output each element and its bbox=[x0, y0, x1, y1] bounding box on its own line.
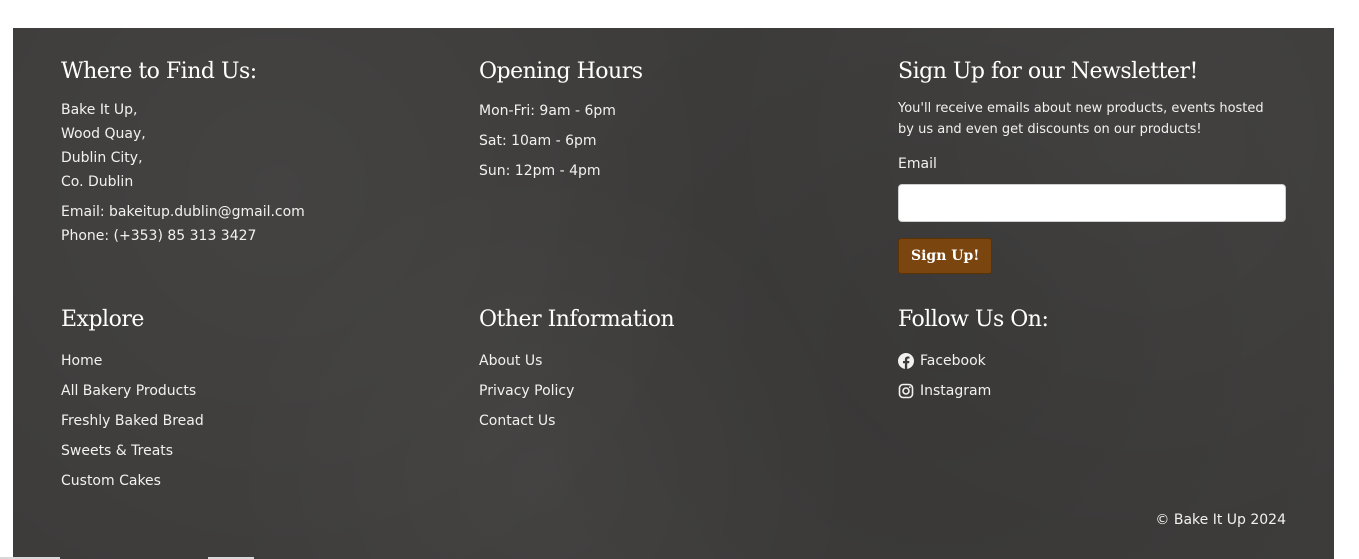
home-link[interactable]: Home bbox=[61, 353, 102, 369]
newsletter-description: You'll receive emails about new products… bbox=[898, 101, 1264, 137]
follow-section: Follow Us On: Facebook Instagram bbox=[898, 306, 1288, 406]
explore-section: Explore Home All Bakery Products Freshly… bbox=[61, 306, 441, 496]
address-line: Co. Dublin bbox=[61, 174, 134, 190]
instagram-icon bbox=[898, 383, 914, 399]
hours-line: Sat: 10am - 6pm bbox=[479, 133, 597, 149]
social-links: Facebook Instagram bbox=[898, 346, 1288, 406]
all-bakery-products-link[interactable]: All Bakery Products bbox=[61, 383, 196, 399]
explore-link-item: Custom Cakes bbox=[61, 466, 441, 496]
explore-links: Home All Bakery Products Freshly Baked B… bbox=[61, 346, 441, 496]
social-link-item: Instagram bbox=[898, 376, 1288, 406]
custom-cakes-link[interactable]: Custom Cakes bbox=[61, 473, 161, 489]
other-info-link-item: Contact Us bbox=[479, 406, 859, 436]
hours-list: Mon-Fri: 9am - 6pm Sat: 10am - 6pm Sun: … bbox=[479, 96, 859, 186]
explore-link-item: Home bbox=[61, 346, 441, 376]
newsletter-heading: Sign Up for our Newsletter! bbox=[898, 59, 1198, 84]
explore-heading: Explore bbox=[61, 307, 144, 332]
other-info-link-item: About Us bbox=[479, 346, 859, 376]
contact-email: Email: bakeitup.dublin@gmail.com bbox=[61, 204, 305, 220]
other-info-section: Other Information About Us Privacy Polic… bbox=[479, 306, 859, 436]
email-input[interactable] bbox=[898, 184, 1286, 222]
other-info-link-item: Privacy Policy bbox=[479, 376, 859, 406]
contact-info: Email: bakeitup.dublin@gmail.com Phone: … bbox=[61, 200, 441, 248]
facebook-label: Facebook bbox=[920, 353, 986, 369]
address-line: Dublin City, bbox=[61, 150, 143, 166]
facebook-icon bbox=[898, 353, 914, 369]
explore-link-item: Freshly Baked Bread bbox=[61, 406, 441, 436]
instagram-label: Instagram bbox=[920, 383, 992, 399]
find-us-section: Where to Find Us: Bake It Up, Wood Quay,… bbox=[61, 58, 441, 248]
explore-link-item: All Bakery Products bbox=[61, 376, 441, 406]
email-label: Email bbox=[898, 156, 937, 172]
address-line: Bake It Up, bbox=[61, 102, 138, 118]
address: Bake It Up, Wood Quay, Dublin City, Co. … bbox=[61, 98, 441, 194]
other-info-links: About Us Privacy Policy Contact Us bbox=[479, 346, 859, 436]
follow-heading: Follow Us On: bbox=[898, 307, 1049, 332]
social-link-item: Facebook bbox=[898, 346, 1288, 376]
hours-line: Mon-Fri: 9am - 6pm bbox=[479, 103, 616, 119]
contact-us-link[interactable]: Contact Us bbox=[479, 413, 555, 429]
instagram-link[interactable]: Instagram bbox=[898, 376, 1288, 406]
site-footer: Where to Find Us: Bake It Up, Wood Quay,… bbox=[13, 28, 1334, 559]
about-us-link[interactable]: About Us bbox=[479, 353, 542, 369]
other-info-heading: Other Information bbox=[479, 307, 675, 332]
contact-phone: Phone: (+353) 85 313 3427 bbox=[61, 228, 257, 244]
sign-up-button[interactable]: Sign Up! bbox=[898, 238, 993, 274]
hours-line: Sun: 12pm - 4pm bbox=[479, 163, 601, 179]
newsletter-section: Sign Up for our Newsletter! You'll recei… bbox=[898, 58, 1288, 274]
find-us-heading: Where to Find Us: bbox=[61, 59, 257, 84]
address-line: Wood Quay, bbox=[61, 126, 146, 142]
opening-hours-section: Opening Hours Mon-Fri: 9am - 6pm Sat: 10… bbox=[479, 58, 859, 186]
explore-link-item: Sweets & Treats bbox=[61, 436, 441, 466]
opening-hours-heading: Opening Hours bbox=[479, 59, 643, 84]
sweets-treats-link[interactable]: Sweets & Treats bbox=[61, 443, 173, 459]
privacy-policy-link[interactable]: Privacy Policy bbox=[479, 383, 574, 399]
freshly-baked-bread-link[interactable]: Freshly Baked Bread bbox=[61, 413, 204, 429]
copyright: © Bake It Up 2024 bbox=[1155, 512, 1286, 528]
facebook-link[interactable]: Facebook bbox=[898, 346, 1288, 376]
